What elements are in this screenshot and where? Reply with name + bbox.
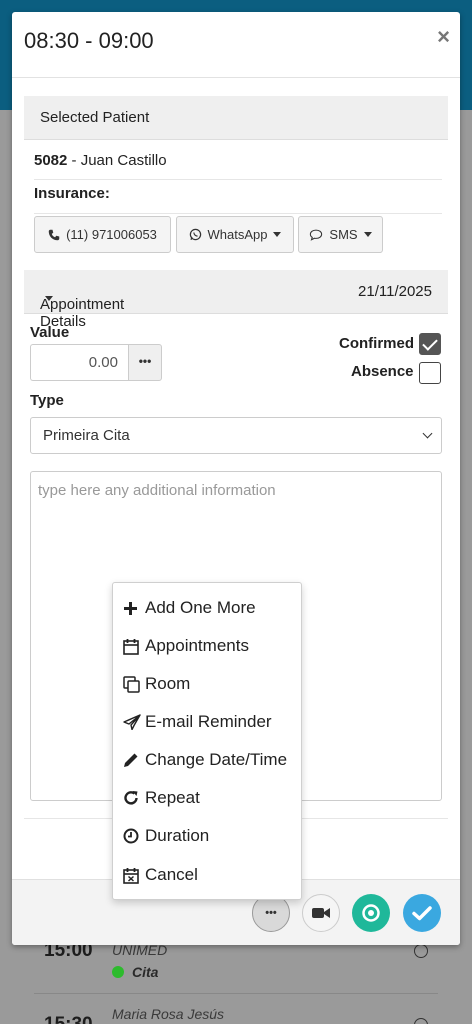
menu-item-label: E-mail Reminder <box>145 712 272 731</box>
menu-item-repeat[interactable]: Repeat <box>123 783 298 813</box>
menu-item-add-one-more[interactable]: Add One More <box>123 593 298 623</box>
check-circle-icon[interactable] <box>414 944 428 958</box>
type-select[interactable]: Primeira Cita <box>30 417 442 454</box>
appointment-details-header[interactable]: Appointment Details 21/11/2025 <box>24 270 448 330</box>
copy-icon <box>123 675 145 693</box>
phone-number: (11) 971006053 <box>66 227 157 242</box>
menu-item-appointments[interactable]: Appointments <box>123 631 298 661</box>
sms-button[interactable]: SMS <box>298 216 383 253</box>
appointment-date: 21/11/2025 <box>358 283 432 300</box>
chat-bubble-icon <box>310 229 323 241</box>
video-camera-icon <box>312 908 330 918</box>
calendar-x-icon <box>123 866 145 884</box>
background-time: 15:30 <box>44 1014 93 1024</box>
divider <box>34 213 442 214</box>
confirmed-label: Confirmed <box>339 335 414 352</box>
menu-item-label: Duration <box>145 826 210 845</box>
value-options-button[interactable]: ••• <box>128 344 162 381</box>
divider <box>34 993 438 994</box>
patient-name: Juan Castillo <box>80 152 167 169</box>
background-appointment-row[interactable]: 15:00 UNIMED Cita <box>34 938 438 998</box>
type-selected-value: Primeira Cita <box>43 427 130 444</box>
modal-header: 08:30 - 09:00 × <box>12 12 460 78</box>
background-patient-name: Maria Rosa Jesús <box>112 1006 225 1022</box>
caret-down-icon <box>363 232 372 237</box>
close-icon[interactable]: × <box>437 24 450 50</box>
menu-item-label: Room <box>145 674 191 693</box>
clock-icon <box>123 827 145 845</box>
whatsapp-label: WhatsApp <box>207 227 268 242</box>
phone-icon <box>48 229 60 240</box>
check-circle-icon[interactable] <box>414 1018 428 1024</box>
menu-item-email-reminder[interactable]: E-mail Reminder <box>123 707 298 737</box>
phone-button[interactable]: (11) 971006053 <box>34 216 171 253</box>
menu-item-label: Repeat <box>145 788 200 807</box>
notes-placeholder: type here any additional information <box>38 482 276 499</box>
menu-item-label: Appointments <box>145 636 249 655</box>
menu-item-label: Cancel <box>145 865 198 884</box>
absence-checkbox[interactable] <box>419 362 441 384</box>
menu-item-label: Add One More <box>145 598 256 617</box>
plus-icon <box>123 599 145 617</box>
menu-item-cancel[interactable]: Cancel <box>123 860 298 890</box>
value-label: Value <box>30 324 70 341</box>
patient-separator: - <box>67 152 81 169</box>
patient-line: 5082 - Juan Castillo <box>34 152 167 169</box>
background-status-label: Cita <box>132 964 159 980</box>
pencil-icon <box>123 751 145 769</box>
insurance-label: Insurance: <box>34 185 110 202</box>
more-dots-icon: ••• <box>265 907 277 919</box>
caret-down-icon <box>273 232 282 237</box>
status-dot-icon <box>112 966 124 978</box>
caret-down-icon <box>45 296 53 301</box>
whatsapp-button[interactable]: WhatsApp <box>176 216 294 253</box>
background-appointment-row[interactable]: 15:30 Maria Rosa Jesús <box>34 1002 438 1024</box>
patient-id: 5082 <box>34 152 68 169</box>
refresh-icon <box>123 789 145 807</box>
sms-label: SMS <box>329 227 358 242</box>
target-button[interactable] <box>352 894 390 932</box>
menu-item-label: Change Date/Time <box>145 750 288 769</box>
paper-plane-icon <box>123 713 145 731</box>
absence-label: Absence <box>351 363 414 380</box>
menu-item-change-date-time[interactable]: Change Date/Time <box>123 745 298 775</box>
background-status: Cita <box>112 964 158 980</box>
more-options-menu: Add One More Appointments Room E-mail Re… <box>112 582 302 900</box>
confirmed-checkbox[interactable] <box>419 333 441 355</box>
save-button[interactable] <box>403 894 441 932</box>
selected-patient-header: Selected Patient <box>24 96 448 140</box>
whatsapp-icon <box>189 228 201 241</box>
menu-item-duration[interactable]: Duration <box>123 821 298 851</box>
value-input[interactable]: 0.00 <box>30 344 128 381</box>
divider <box>34 179 442 180</box>
menu-item-room[interactable]: Room <box>123 669 298 699</box>
video-call-button[interactable] <box>302 894 340 932</box>
type-label: Type <box>30 392 64 409</box>
section-title: Selected Patient <box>40 109 150 126</box>
check-icon <box>412 906 432 921</box>
target-icon <box>362 904 380 922</box>
modal-title: 08:30 - 09:00 <box>24 28 154 53</box>
chevron-down-icon <box>422 428 433 439</box>
calendar-icon <box>123 637 145 655</box>
